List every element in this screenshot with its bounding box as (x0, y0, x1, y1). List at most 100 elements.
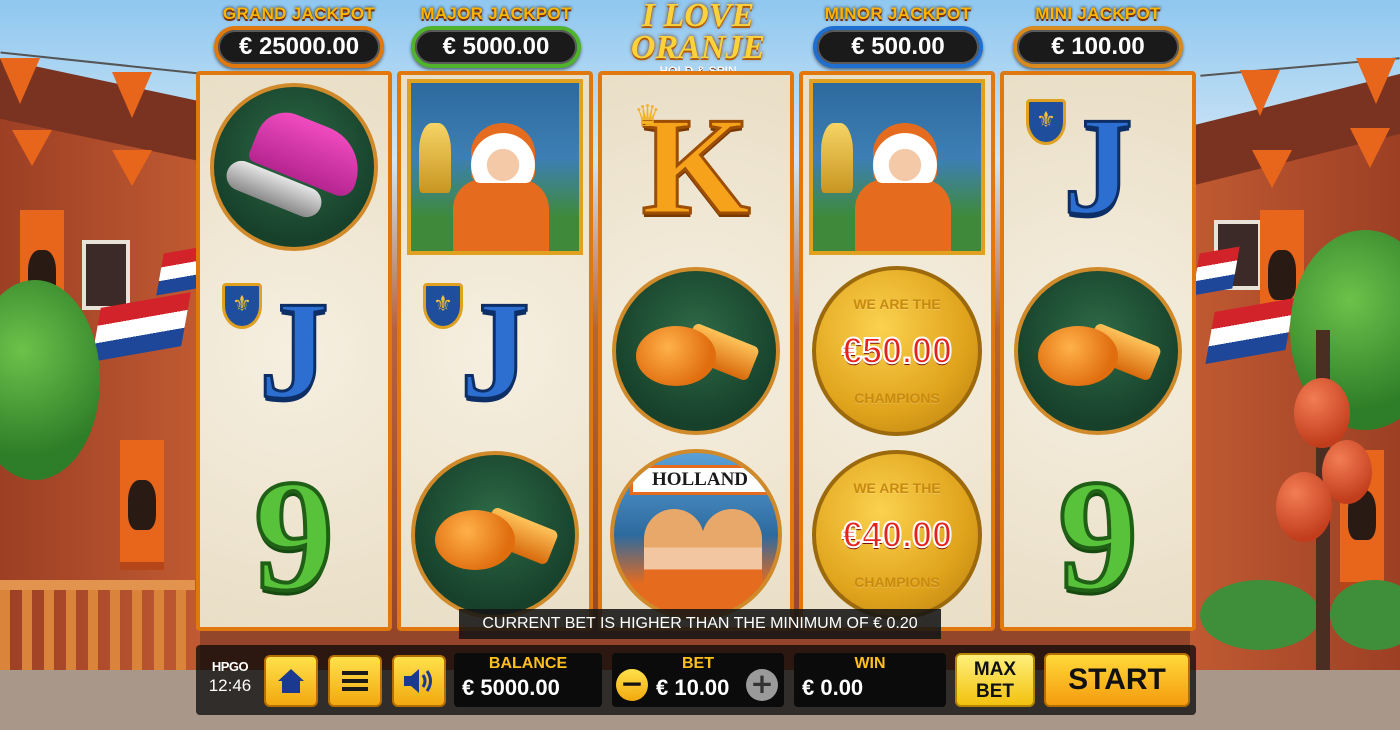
symbol-disc (612, 267, 780, 435)
coin-top-text: WE ARE THE (853, 480, 941, 496)
coin-disc: WE ARE THE €40.00 CHAMPIONS (812, 450, 982, 620)
holland-sign: HOLLAND (630, 465, 770, 495)
whistle-icon (435, 500, 560, 570)
symbol-fan-with-trophy (405, 77, 585, 257)
win-label: WIN (854, 655, 886, 672)
symbol-nine: 9 (1008, 445, 1188, 625)
balance-panel: BALANCE € 5000.00 (454, 653, 602, 707)
pennant (1356, 58, 1396, 104)
symbol-whistle (405, 445, 585, 625)
symbol-fan-with-trophy (807, 77, 987, 257)
house-window (82, 240, 130, 310)
reel-grid: ⚜ J 9 ⚜ J ♛ K HOLLAND WE ARE THE €50.00 … (196, 71, 1196, 634)
minor-jackpot: MINOR JACKPOT € 500.00 (812, 4, 984, 68)
symbol-disc (1014, 267, 1182, 435)
home-button[interactable] (264, 655, 318, 707)
coin-top-text: WE ARE THE (853, 296, 941, 312)
start-button[interactable]: START (1044, 653, 1190, 707)
logo-line-2: ORANJE (630, 29, 766, 66)
fan-headdress-icon (453, 123, 549, 251)
win-panel: WIN € 0.00 (794, 653, 946, 707)
grand-jackpot: GRAND JACKPOT € 25000.00 (213, 4, 385, 68)
reel-3: ♛ K HOLLAND (598, 71, 794, 631)
pennant (12, 130, 52, 166)
pennant (1252, 150, 1292, 188)
brand-clock: HPGO 12:46 (202, 659, 258, 696)
symbol-j: ⚜ J (1008, 77, 1188, 257)
balance-value: € 5000.00 (462, 675, 560, 700)
whistle-icon (636, 316, 761, 386)
coin-value: €50.00 (841, 329, 953, 372)
mini-jackpot: MINI JACKPOT € 100.00 (1012, 4, 1184, 68)
orange-suit (855, 179, 951, 251)
symbol-j: ⚜ J (405, 261, 585, 441)
coin-bottom-text: CHAMPIONS (854, 390, 940, 406)
jackpot-value: € 5000.00 (411, 26, 581, 68)
win-value: € 0.00 (802, 675, 864, 700)
sound-button[interactable] (392, 655, 446, 707)
menu-button[interactable] (328, 655, 382, 707)
symbol-holland-fans: HOLLAND (606, 445, 786, 625)
holland-disc: HOLLAND (610, 449, 782, 621)
football-boot-icon (222, 103, 372, 222)
game-logo: I LOVE ORANJE HOLD & SPIN (598, 0, 798, 78)
symbol-whistle (606, 261, 786, 441)
jackpot-value: € 500.00 (813, 26, 983, 68)
pennant (0, 58, 40, 104)
symbol-disc (210, 83, 378, 251)
trophy-icon (821, 123, 853, 193)
jackpot-title: GRAND JACKPOT (222, 4, 376, 23)
symbol-j: ⚜ J (204, 261, 384, 441)
max-bet-button[interactable]: MAX BET (955, 653, 1035, 707)
major-jackpot: MAJOR JACKPOT € 5000.00 (410, 4, 582, 68)
reel-5: ⚜ J 9 (1000, 71, 1196, 631)
jackpot-value: € 100.00 (1013, 26, 1183, 68)
bet-notice-message: CURRENT BET IS HIGHER THAN THE MINIMUM O… (459, 609, 941, 639)
jackpot-title: MAJOR JACKPOT (420, 4, 572, 23)
control-bar: HPGO 12:46 BALANCE € 5000.00 BET € 10.00… (196, 645, 1196, 715)
headdress (471, 123, 535, 183)
fan-figure (644, 509, 704, 617)
speaker-icon (404, 669, 432, 693)
coin-bottom-text: CHAMPIONS (854, 574, 940, 590)
home-icon (278, 669, 304, 693)
jackpot-title: MINI JACKPOT (1035, 4, 1161, 23)
pennant (112, 72, 152, 118)
fan-headdress-icon (855, 123, 951, 251)
reel-1: ⚜ J 9 (196, 71, 392, 631)
trophy-icon (419, 123, 451, 193)
brand-logo: HPGO (211, 659, 249, 674)
whistle-body (1038, 326, 1118, 386)
symbol-football-boot (204, 77, 384, 257)
bet-panel: BET € 10.00 − + (612, 653, 784, 707)
lion-banner (120, 440, 164, 570)
fleur-de-lis-crest-icon: ⚜ (222, 283, 262, 329)
bush (1200, 580, 1320, 650)
symbol-whistle (1008, 261, 1188, 441)
symbol-letter: J (258, 273, 331, 428)
logo-line-1: I LOVE (641, 0, 755, 34)
reel-4: WE ARE THE €50.00 CHAMPIONS WE ARE THE €… (799, 71, 995, 631)
jackpot-title: MINOR JACKPOT (824, 4, 972, 23)
fleur-de-lis-crest-icon: ⚜ (423, 283, 463, 329)
bet-increase-button[interactable]: + (746, 669, 778, 701)
clock-time: 12:46 (208, 676, 252, 695)
balloon (1294, 378, 1350, 448)
lion-emblem (1268, 250, 1296, 300)
jackpot-value: € 25000.00 (214, 26, 384, 68)
coin-value: €40.00 (841, 513, 953, 556)
reel-2: ⚜ J (397, 71, 593, 631)
balloon (1276, 472, 1332, 542)
symbol-coin: WE ARE THE €40.00 CHAMPIONS (807, 445, 987, 625)
fan-figure (702, 509, 762, 617)
pennant (1350, 128, 1390, 168)
coin-disc: WE ARE THE €50.00 CHAMPIONS (812, 266, 982, 436)
symbol-letter: J (459, 273, 532, 428)
symbol-coin: WE ARE THE €50.00 CHAMPIONS (807, 261, 987, 441)
whistle-body (435, 510, 515, 570)
crown-icon: ♛ (634, 99, 661, 134)
headdress (873, 123, 937, 183)
symbol-disc (411, 451, 579, 619)
bet-decrease-button[interactable]: − (616, 669, 648, 701)
pennant (112, 150, 152, 186)
